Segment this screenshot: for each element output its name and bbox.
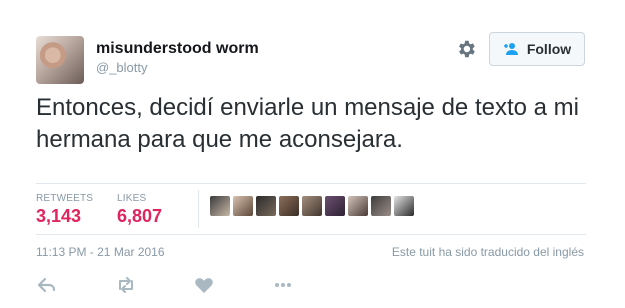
reply-icon[interactable] [36, 275, 58, 295]
liker-avatar[interactable] [394, 196, 414, 216]
likes-label: LIKES [117, 193, 147, 204]
more-icon[interactable] [272, 275, 294, 295]
avatar[interactable] [36, 36, 84, 84]
tweet-text: Entonces, decidí enviarle un mensaje de … [36, 94, 579, 153]
liker-avatar[interactable] [325, 196, 345, 216]
stats-divider-top [36, 183, 586, 184]
follow-button[interactable]: Follow [489, 32, 585, 66]
liker-avatar[interactable] [348, 196, 368, 216]
stats-separator [198, 190, 199, 228]
user-handle[interactable]: @_blotty [96, 60, 148, 75]
likes-count[interactable]: 6,807 [117, 206, 162, 227]
retweets-label: RETWEETS [36, 193, 94, 204]
liker-avatar[interactable] [279, 196, 299, 216]
retweets-count[interactable]: 3,143 [36, 206, 81, 227]
gear-icon[interactable] [455, 38, 477, 60]
liker-avatar[interactable] [302, 196, 322, 216]
heart-icon[interactable] [193, 275, 215, 295]
display-name[interactable]: misunderstood worm [96, 40, 259, 58]
timestamp[interactable]: 11:13 PM - 21 Mar 2016 [36, 245, 165, 259]
follow-label: Follow [526, 41, 572, 57]
liker-avatar[interactable] [210, 196, 230, 216]
tweet-card: misunderstood worm @_blotty Follow Enton… [0, 0, 625, 308]
liker-avatars [210, 196, 414, 216]
retweet-icon[interactable] [115, 275, 137, 295]
translation-note: Este tuit ha sido traducido del inglés [391, 245, 584, 259]
liker-avatar[interactable] [371, 196, 391, 216]
liker-avatar[interactable] [233, 196, 253, 216]
add-user-icon [503, 43, 518, 55]
liker-avatar[interactable] [256, 196, 276, 216]
stats-divider-bottom [36, 234, 586, 235]
